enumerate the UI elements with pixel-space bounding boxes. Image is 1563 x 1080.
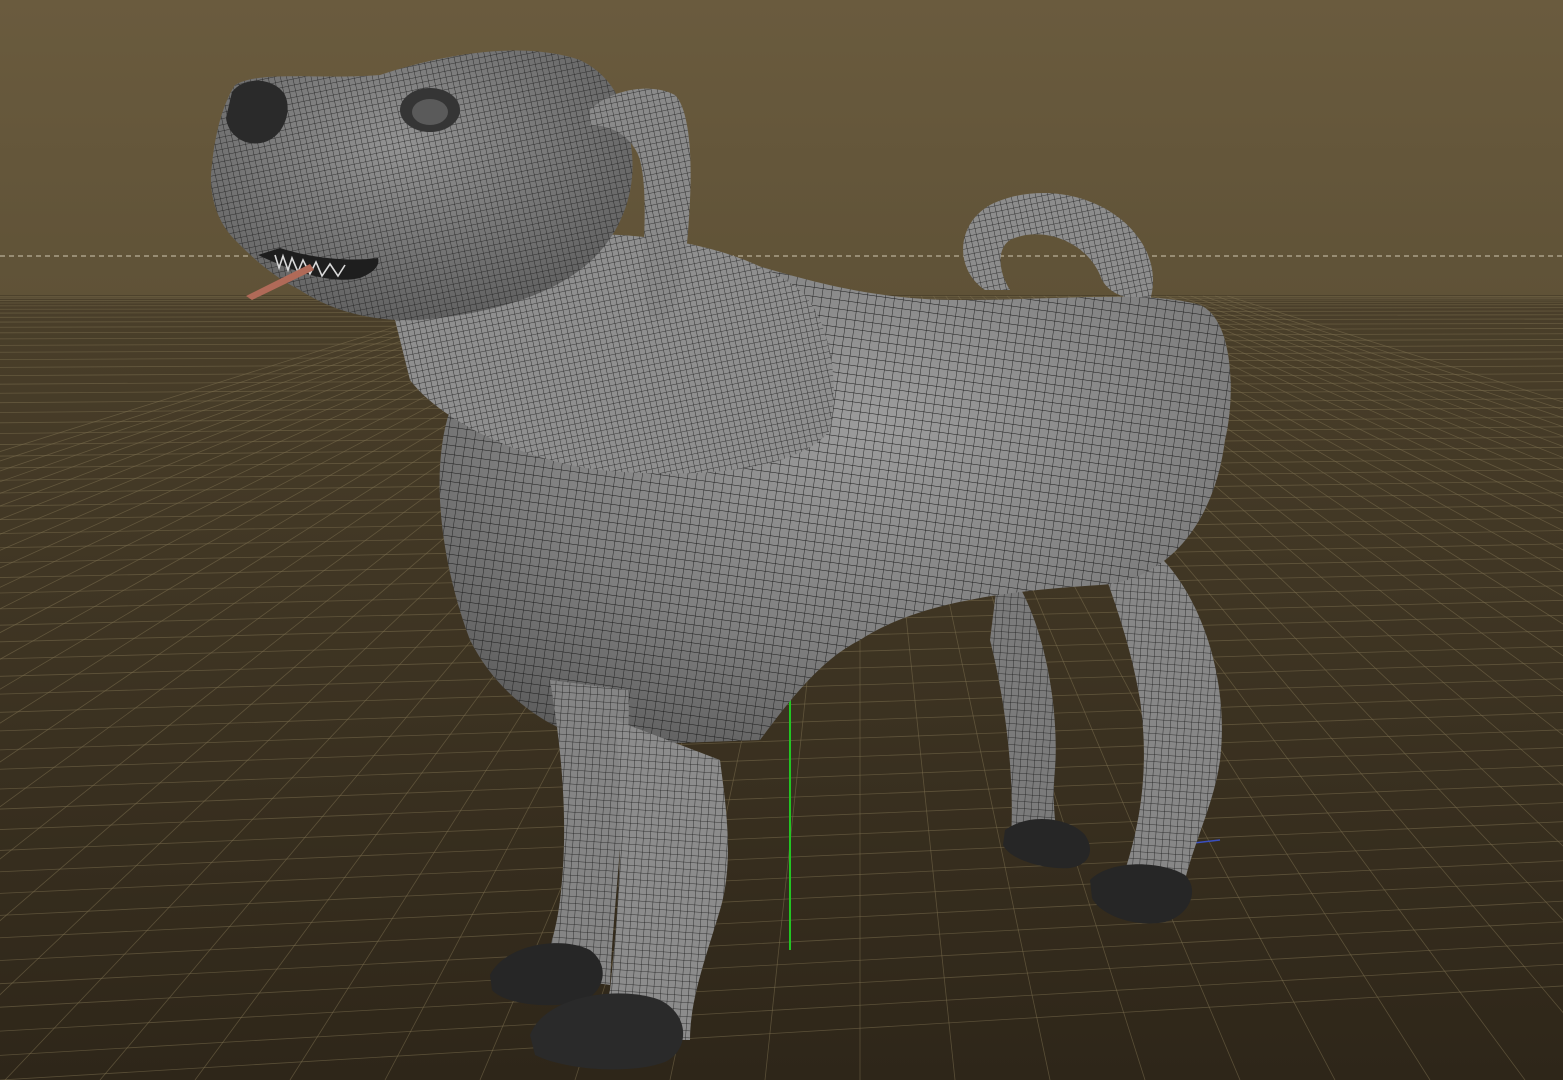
- 3d-viewport[interactable]: [0, 0, 1563, 1080]
- viewport-scene[interactable]: [0, 0, 1563, 1080]
